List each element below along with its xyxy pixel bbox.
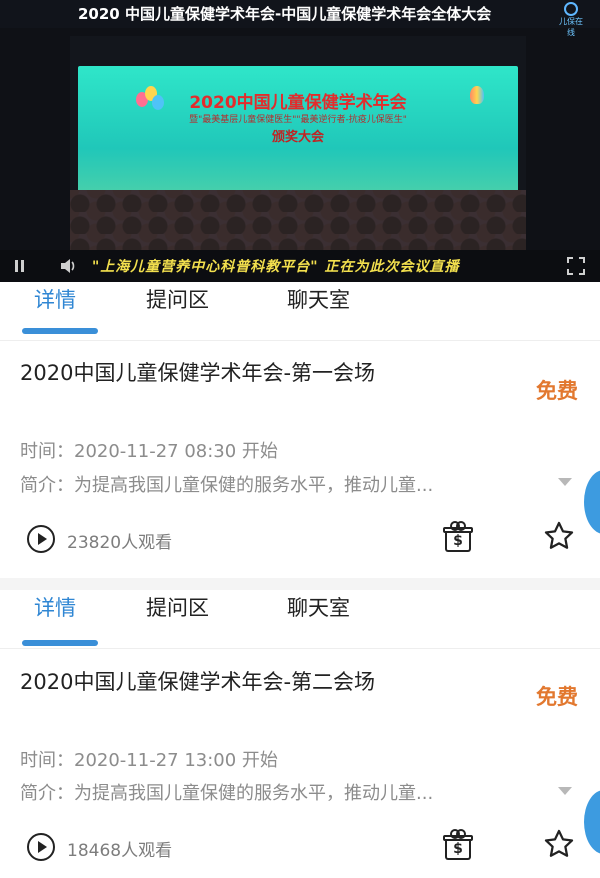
fullscreen-icon[interactable] — [566, 256, 586, 276]
session-time: 时间：2020-11-27 13:00 开始 — [20, 746, 278, 772]
intro-label: 简介： — [20, 783, 74, 804]
session-time: 时间：2020-11-27 08:30 开始 — [20, 437, 278, 463]
video-frame: 2020中国儿童保健学术年会 暨"最美基层儿童保健医生""最美逆行者-抗疫儿保医… — [70, 36, 526, 250]
tab-questions[interactable]: 提问区 — [146, 590, 209, 630]
session-intro: 简介：为提高我国儿童保健的服务水平，推动儿童... — [20, 471, 433, 497]
intro-text: 为提高我国儿童保健的服务水平，推动儿童... — [74, 783, 434, 804]
session-title: 2020中国儿童保健学术年会-第二会场 — [20, 670, 376, 694]
time-label: 时间： — [20, 750, 74, 771]
tab-details[interactable]: 详情 — [34, 282, 76, 322]
live-ticker: "上海儿童营养中心科普科教平台" 正在为此次会议直播 — [92, 259, 460, 275]
time-value: 2020-11-27 08:30 开始 — [74, 441, 278, 462]
floating-action-button[interactable] — [584, 470, 600, 534]
banner-caption: 颁奖大会 — [271, 130, 324, 145]
divider — [0, 648, 600, 649]
active-tab-indicator — [22, 640, 98, 646]
tab-chatroom[interactable]: 聊天室 — [287, 590, 350, 630]
session-intro: 简介：为提高我国儿童保健的服务水平，推动儿童... — [20, 779, 433, 805]
channel-logo: 儿保在线 — [556, 2, 586, 37]
tab-chatroom[interactable]: 聊天室 — [287, 282, 350, 322]
time-label: 时间： — [20, 441, 74, 462]
favorite-star-icon[interactable] — [542, 519, 576, 553]
video-title: 2020 中国儿童保健学术年会-中国儿童保健学术年会全体大会 — [0, 0, 600, 28]
expand-intro-icon[interactable] — [558, 787, 572, 795]
view-count: 23820人观看 — [67, 533, 173, 553]
intro-text: 为提高我国儿童保健的服务水平，推动儿童... — [74, 475, 434, 496]
divider — [0, 340, 600, 341]
video-player[interactable]: 2020 中国儿童保健学术年会-中国儿童保健学术年会全体大会 儿保在线 2020… — [0, 0, 600, 282]
banner-subtitle: 暨"最美基层儿童保健医生""最美逆行者-抗疫儿保医生" — [189, 115, 407, 125]
session-tabs: 详情 提问区 聊天室 — [0, 590, 600, 648]
session-title: 2020中国儿童保健学术年会-第一会场 — [20, 361, 376, 385]
logo-icon — [564, 2, 578, 16]
player-controls: "上海儿童营养中心科普科教平台" 正在为此次会议直播 — [0, 250, 600, 282]
section-divider — [0, 578, 600, 590]
reward-gift-icon[interactable]: $ — [443, 521, 473, 553]
price-badge: 免费 — [536, 379, 578, 403]
reward-gift-icon[interactable]: $ — [443, 829, 473, 861]
favorite-star-icon[interactable] — [542, 827, 576, 861]
expand-intro-icon[interactable] — [558, 478, 572, 486]
audience — [70, 190, 526, 250]
session-tabs: 详情 提问区 聊天室 — [0, 282, 600, 340]
active-tab-indicator — [22, 328, 98, 334]
volume-icon[interactable] — [58, 256, 78, 276]
pause-icon[interactable] — [10, 256, 30, 276]
play-circle-icon — [27, 833, 55, 861]
time-value: 2020-11-27 13:00 开始 — [74, 750, 278, 771]
tab-details[interactable]: 详情 — [34, 590, 76, 630]
intro-label: 简介： — [20, 475, 74, 496]
view-count: 18468人观看 — [67, 841, 173, 861]
play-circle-icon — [27, 525, 55, 553]
tab-questions[interactable]: 提问区 — [146, 282, 209, 322]
logo-text: 儿保在线 — [559, 17, 583, 37]
price-badge: 免费 — [536, 685, 578, 709]
banner-title: 2020中国儿童保健学术年会 — [189, 93, 407, 113]
floating-action-button[interactable] — [584, 790, 600, 854]
